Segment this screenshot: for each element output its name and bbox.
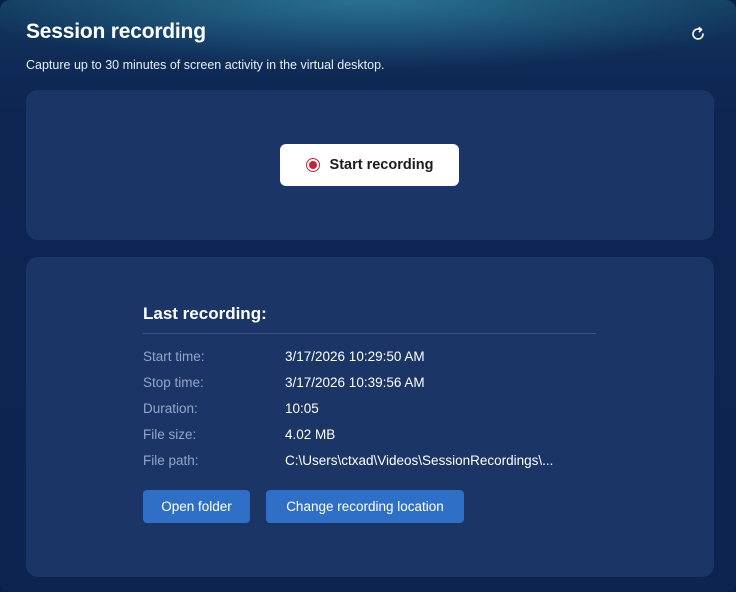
open-folder-button[interactable]: Open folder [143, 490, 250, 523]
page-title: Session recording [26, 20, 206, 43]
file-path-row: File path: C:\Users\ctxad\Videos\Session… [143, 451, 553, 469]
refresh-button[interactable] [688, 24, 708, 44]
page-subtitle: Capture up to 30 minutes of screen activ… [26, 58, 385, 72]
start-recording-label: Start recording [329, 157, 434, 173]
duration-value: 10:05 [285, 400, 319, 416]
duration-row: Duration: 10:05 [143, 399, 319, 417]
stop-time-value: 3/17/2026 10:39:56 AM [285, 374, 425, 390]
start-time-row: Start time: 3/17/2026 10:29:50 AM [143, 347, 425, 365]
duration-label: Duration: [143, 400, 198, 416]
change-recording-location-button[interactable]: Change recording location [266, 490, 464, 523]
file-size-label: File size: [143, 426, 197, 442]
divider [143, 333, 596, 334]
file-path-label: File path: [143, 452, 199, 468]
session-recording-window: Session recording Capture up to 30 minut… [0, 0, 736, 592]
last-recording-panel: Last recording: Start time: 3/17/2026 10… [26, 257, 714, 577]
last-recording-title: Last recording: [143, 304, 267, 323]
file-size-row: File size: 4.02 MB [143, 425, 335, 443]
stop-time-row: Stop time: 3/17/2026 10:39:56 AM [143, 373, 425, 391]
refresh-icon [692, 26, 704, 40]
stop-time-label: Stop time: [143, 374, 204, 390]
file-size-value: 4.02 MB [285, 426, 336, 442]
file-path-value: C:\Users\ctxad\Videos\SessionRecordings\… [285, 452, 554, 468]
start-time-value: 3/17/2026 10:29:50 AM [285, 348, 425, 364]
start-recording-button[interactable]: Start recording [280, 144, 459, 186]
start-time-label: Start time: [143, 348, 205, 364]
record-panel: Start recording [26, 90, 714, 240]
record-icon [305, 158, 320, 172]
